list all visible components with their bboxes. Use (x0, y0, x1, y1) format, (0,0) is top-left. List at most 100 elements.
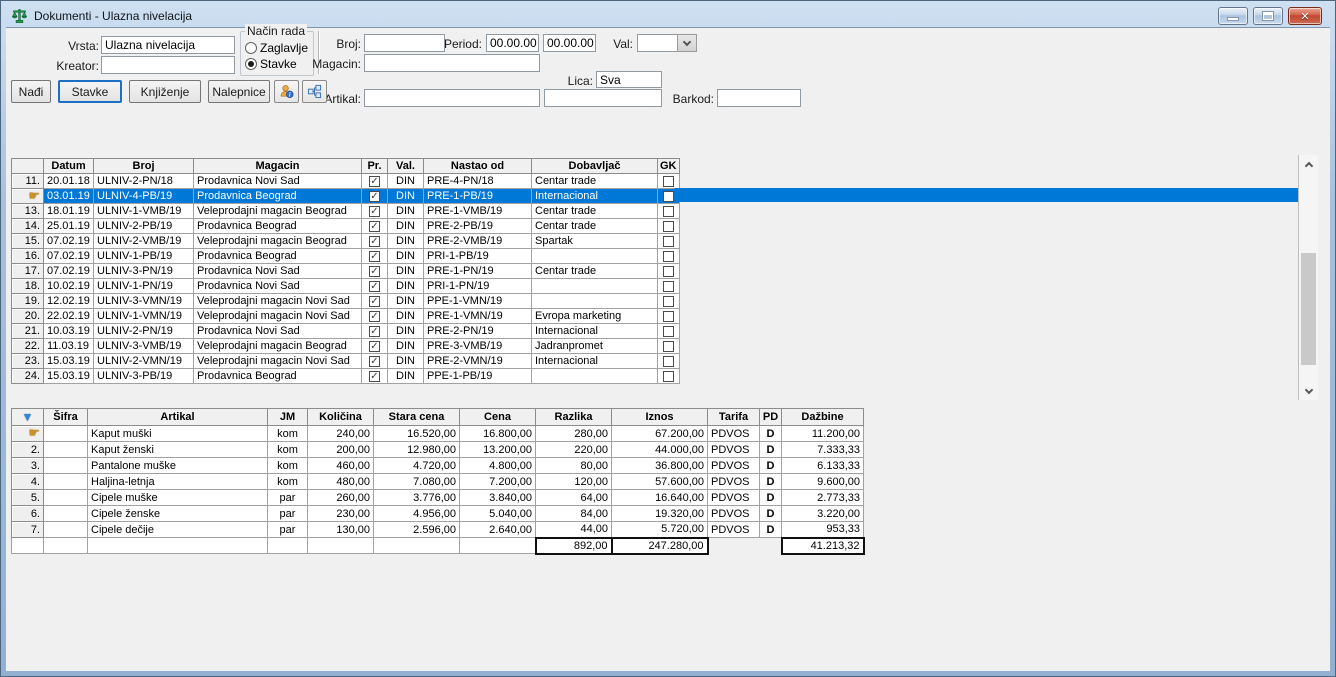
cell-tarifa[interactable]: PDVOS (708, 490, 760, 506)
cell-dazbine[interactable]: 2.773,33 (782, 490, 864, 506)
cell-datum[interactable]: 07.02.19 (44, 249, 94, 264)
cell-pd[interactable]: D (760, 426, 782, 442)
col-datum[interactable]: Datum (44, 159, 94, 174)
cell-pr[interactable]: ✓ (362, 219, 388, 234)
cell-gk[interactable] (658, 174, 680, 189)
col-artikal[interactable]: Artikal (88, 409, 268, 426)
document-row[interactable]: 21.10.03.19ULNIV-2-PN/19Prodavnica Novi … (12, 324, 680, 339)
cell-dobavljac[interactable]: Centar trade (532, 204, 658, 219)
cell-artikal[interactable]: Cipele muške (88, 490, 268, 506)
cell-kolicina[interactable]: 480,00 (308, 474, 374, 490)
cell-jm[interactable]: kom (268, 474, 308, 490)
cell-artikal[interactable]: Cipele ženske (88, 506, 268, 522)
cell-stara-cena[interactable]: 12.980,00 (374, 442, 460, 458)
document-row[interactable]: 17.07.02.19ULNIV-3-PN/19Prodavnica Novi … (12, 264, 680, 279)
cell-datum[interactable]: 22.02.19 (44, 309, 94, 324)
cell-datum[interactable]: 03.01.19 (44, 189, 94, 204)
cell-jm[interactable]: par (268, 506, 308, 522)
cell-kolicina[interactable]: 240,00 (308, 426, 374, 442)
cell-pr[interactable]: ✓ (362, 189, 388, 204)
cell-gk[interactable] (658, 324, 680, 339)
cell-broj[interactable]: ULNIV-3-VMN/19 (94, 294, 194, 309)
pr-checkbox[interactable]: ✓ (369, 206, 380, 217)
scroll-down-button[interactable] (1299, 382, 1318, 400)
cell-dobavljac[interactable] (532, 249, 658, 264)
cell-jm[interactable]: par (268, 522, 308, 538)
row-number[interactable]: 23. (12, 354, 44, 369)
maximize-button[interactable] (1253, 7, 1283, 25)
cell-artikal[interactable]: Kaput ženski (88, 442, 268, 458)
cell-magacin[interactable]: Prodavnica Beograd (194, 189, 362, 204)
cell-val[interactable]: DIN (388, 174, 424, 189)
cell-broj[interactable]: ULNIV-2-VMN/19 (94, 354, 194, 369)
col-gk[interactable]: GK (658, 159, 680, 174)
cell-tarifa[interactable]: PDVOS (708, 458, 760, 474)
gk-checkbox[interactable] (663, 266, 674, 277)
cell-tarifa[interactable]: PDVOS (708, 426, 760, 442)
document-row[interactable]: 18.10.02.19ULNIV-1-PN/19Prodavnica Novi … (12, 279, 680, 294)
cell-kolicina[interactable]: 260,00 (308, 490, 374, 506)
gk-checkbox[interactable] (663, 341, 674, 352)
row-number[interactable]: 18. (12, 279, 44, 294)
pr-checkbox[interactable]: ✓ (369, 191, 380, 202)
cell-artikal[interactable]: Pantalone muške (88, 458, 268, 474)
col-cena[interactable]: Cena (460, 409, 536, 426)
cell-nastao-od[interactable]: PRE-4-PN/18 (424, 174, 532, 189)
cell-gk[interactable] (658, 294, 680, 309)
item-row[interactable]: 4.Haljina-letnjakom480,007.080,007.200,0… (12, 474, 864, 490)
gk-checkbox[interactable] (663, 371, 674, 382)
cell-tarifa[interactable]: PDVOS (708, 442, 760, 458)
col-dobavljac[interactable]: Dobavljač (532, 159, 658, 174)
cell-pd[interactable]: D (760, 442, 782, 458)
item-row[interactable]: 5.Cipele muškepar260,003.776,003.840,006… (12, 490, 864, 506)
cell-val[interactable]: DIN (388, 354, 424, 369)
col-nastao-od[interactable]: Nastao od (424, 159, 532, 174)
cell-broj[interactable]: ULNIV-3-VMB/19 (94, 339, 194, 354)
cell-kolicina[interactable]: 200,00 (308, 442, 374, 458)
cell-pr[interactable]: ✓ (362, 279, 388, 294)
pr-checkbox[interactable]: ✓ (369, 236, 380, 247)
nalepnice-button[interactable]: Nalepnice (208, 80, 270, 103)
pr-checkbox[interactable]: ✓ (369, 176, 380, 187)
artikal-input-2[interactable] (544, 89, 662, 107)
row-number[interactable]: 19. (12, 294, 44, 309)
cell-stara-cena[interactable]: 2.596,00 (374, 522, 460, 538)
col-tarifa[interactable]: Tarifa (708, 409, 760, 426)
cell-nastao-od[interactable]: PRE-2-PB/19 (424, 219, 532, 234)
cell-iznos[interactable]: 44.000,00 (612, 442, 708, 458)
row-number[interactable]: 11. (12, 174, 44, 189)
knjizenje-button[interactable]: Knjiženje (129, 80, 201, 103)
cell-tarifa[interactable]: PDVOS (708, 474, 760, 490)
document-row[interactable]: 19.12.02.19ULNIV-3-VMN/19Veleprodajni ma… (12, 294, 680, 309)
cell-dazbine[interactable]: 9.600,00 (782, 474, 864, 490)
cell-broj[interactable]: ULNIV-1-VMN/19 (94, 309, 194, 324)
cell-datum[interactable]: 11.03.19 (44, 339, 94, 354)
radio-stavke-circle[interactable] (245, 58, 257, 70)
cell-razlika[interactable]: 44,00 (536, 522, 612, 538)
cell-magacin[interactable]: Veleprodajni magacin Beograd (194, 204, 362, 219)
document-row[interactable]: 14.25.01.19ULNIV-2-PB/19Prodavnica Beogr… (12, 219, 680, 234)
cell-gk[interactable] (658, 219, 680, 234)
cell-razlika[interactable]: 80,00 (536, 458, 612, 474)
pr-checkbox[interactable]: ✓ (369, 221, 380, 232)
row-number[interactable]: 4. (12, 474, 44, 490)
cell-stara-cena[interactable]: 4.720,00 (374, 458, 460, 474)
cell-datum[interactable]: 25.01.19 (44, 219, 94, 234)
cell-gk[interactable] (658, 249, 680, 264)
vertical-scrollbar[interactable] (1298, 155, 1318, 400)
cell-gk[interactable] (658, 309, 680, 324)
magacin-input[interactable] (364, 54, 540, 72)
col-dazbine[interactable]: Dažbine (782, 409, 864, 426)
val-combo-dropdown-button[interactable] (677, 34, 697, 52)
cell-jm[interactable]: kom (268, 458, 308, 474)
cell-gk[interactable] (658, 339, 680, 354)
cell-val[interactable]: DIN (388, 189, 424, 204)
cell-cena[interactable]: 13.200,00 (460, 442, 536, 458)
cell-pr[interactable]: ✓ (362, 309, 388, 324)
cell-cena[interactable]: 16.800,00 (460, 426, 536, 442)
cell-nastao-od[interactable]: PRE-2-VMN/19 (424, 354, 532, 369)
cell-broj[interactable]: ULNIV-3-PB/19 (94, 369, 194, 384)
cell-nastao-od[interactable]: PPE-1-PB/19 (424, 369, 532, 384)
cell-razlika[interactable]: 280,00 (536, 426, 612, 442)
cell-artikal[interactable]: Kaput muški (88, 426, 268, 442)
